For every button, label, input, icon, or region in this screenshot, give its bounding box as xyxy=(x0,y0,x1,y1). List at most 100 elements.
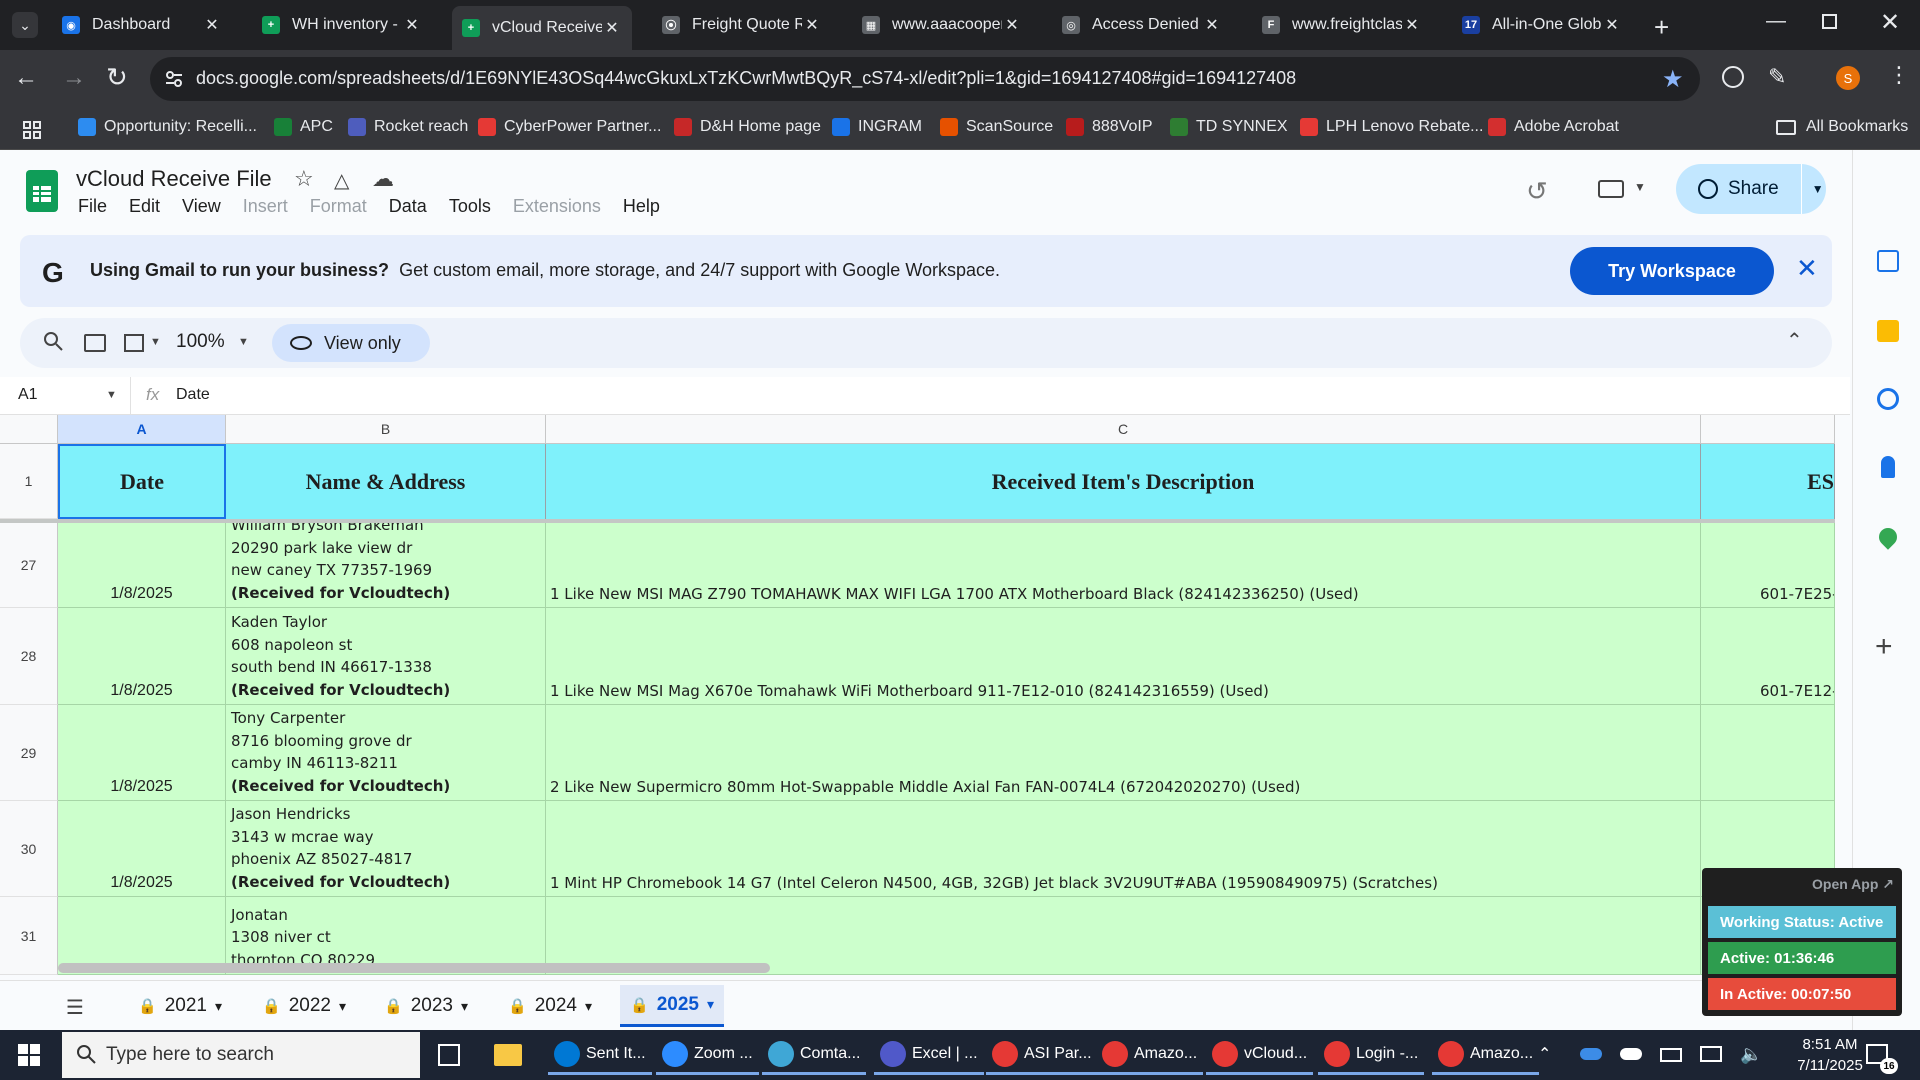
browser-tab[interactable]: ◉ Dashboard ✕ xyxy=(52,8,232,42)
close-tab-icon[interactable]: ✕ xyxy=(402,15,422,35)
open-app-link[interactable]: Open App ↗ xyxy=(1812,876,1894,893)
browser-tab[interactable]: + vCloud Receive F✕ xyxy=(452,6,632,50)
browser-tab[interactable]: + WH inventory - G✕ xyxy=(252,8,432,42)
file-explorer-icon[interactable] xyxy=(494,1044,522,1066)
document-title[interactable]: vCloud Receive File xyxy=(76,166,272,192)
sheet-format-icon[interactable] xyxy=(124,334,144,352)
browser-menu-icon[interactable]: ⋮ xyxy=(1888,62,1910,88)
close-banner-icon[interactable]: ✕ xyxy=(1796,253,1818,284)
taskbar-app[interactable]: Zoom ... xyxy=(656,1035,759,1075)
menu-extensions[interactable]: Extensions xyxy=(513,196,601,217)
forward-icon[interactable]: → xyxy=(62,64,86,92)
header-cell-date[interactable]: Date xyxy=(58,444,226,519)
apps-grid-icon[interactable] xyxy=(22,120,42,140)
bookmark-item[interactable]: Rocket reach xyxy=(348,118,468,136)
bookmark-star-icon[interactable]: ★ xyxy=(1662,65,1684,94)
translate-globe-icon[interactable] xyxy=(1722,66,1744,88)
browser-tab[interactable]: ◎ Access Denied ✕ xyxy=(1052,8,1232,42)
column-header-c[interactable]: C xyxy=(546,415,1701,444)
close-tab-icon[interactable]: ✕ xyxy=(1202,15,1222,35)
row-header[interactable]: 30 xyxy=(0,801,58,897)
taskbar-search-box[interactable]: Type here to search xyxy=(62,1032,420,1078)
es-cell[interactable]: 601-7E12- xyxy=(1701,608,1835,705)
description-cell[interactable]: 1 Mint HP Chromebook 14 G7 (Intel Celero… xyxy=(546,801,1701,897)
star-icon[interactable]: ☆ xyxy=(294,166,314,192)
close-tab-icon[interactable]: ✕ xyxy=(1402,15,1422,35)
share-button[interactable]: Share ▼ xyxy=(1676,164,1826,214)
bookmark-item[interactable]: ScanSource xyxy=(940,118,1053,136)
date-cell[interactable]: 1/8/2025 xyxy=(58,705,226,801)
column-header-b[interactable]: B xyxy=(226,415,546,444)
share-dropdown-icon[interactable]: ▼ xyxy=(1812,182,1824,196)
calendar-icon[interactable] xyxy=(1877,250,1899,272)
row-header[interactable]: 28 xyxy=(0,608,58,705)
add-addon-icon[interactable]: + xyxy=(1875,630,1893,664)
bookmark-item[interactable]: Opportunity: Recelli... xyxy=(78,118,257,136)
windows-start-icon[interactable] xyxy=(18,1044,40,1066)
bookmark-item[interactable]: Adobe Acrobat xyxy=(1488,118,1619,136)
horizontal-scroll-thumb[interactable] xyxy=(58,963,770,973)
extensions-icon[interactable]: ✎ xyxy=(1768,64,1786,90)
bookmark-item[interactable]: 888VoIP xyxy=(1066,118,1153,136)
spreadsheet-grid[interactable]: A B C 1 Date Name & Address Received Ite… xyxy=(0,415,1835,975)
name-box[interactable]: A1 xyxy=(18,386,38,404)
close-tab-icon[interactable]: ✕ xyxy=(602,18,622,38)
site-info-icon[interactable] xyxy=(164,69,184,89)
row-header[interactable]: 29 xyxy=(0,705,58,801)
menu-insert[interactable]: Insert xyxy=(243,196,288,217)
taskbar-app[interactable]: ASI Par... xyxy=(986,1035,1098,1075)
column-header-a[interactable]: A xyxy=(58,415,226,444)
sheet-tab-dropdown-icon[interactable]: ▾ xyxy=(707,996,714,1013)
menu-view[interactable]: View xyxy=(182,196,221,217)
es-cell[interactable]: 601-7E25- xyxy=(1701,523,1835,608)
minimize-button[interactable]: — xyxy=(1766,10,1786,33)
bookmark-item[interactable]: APC xyxy=(274,118,333,136)
close-tab-icon[interactable]: ✕ xyxy=(202,15,222,35)
profile-avatar[interactable]: S xyxy=(1836,66,1860,90)
window-close-button[interactable]: ✕ xyxy=(1880,8,1900,37)
volume-icon[interactable]: 🔈 xyxy=(1740,1044,1762,1065)
menu-tools[interactable]: Tools xyxy=(449,196,491,217)
all-sheets-menu-icon[interactable]: ☰ xyxy=(66,995,84,1020)
new-tab-button[interactable]: + xyxy=(1654,12,1669,43)
tasks-icon[interactable] xyxy=(1877,388,1899,410)
search-icon[interactable] xyxy=(42,330,64,352)
try-workspace-button[interactable]: Try Workspace xyxy=(1570,247,1774,295)
close-tab-icon[interactable]: ✕ xyxy=(1002,15,1022,35)
column-header-d[interactable] xyxy=(1701,415,1835,444)
select-all-corner[interactable] xyxy=(0,415,58,444)
name-box-dropdown-icon[interactable]: ▼ xyxy=(106,389,117,401)
close-tab-icon[interactable]: ✕ xyxy=(1602,15,1622,35)
name-address-cell[interactable]: William Bryson Brakeman 20290 park lake v… xyxy=(226,523,546,608)
back-icon[interactable]: ← xyxy=(14,64,38,92)
bookmark-item[interactable]: LPH Lenovo Rebate... xyxy=(1300,118,1483,136)
reload-icon[interactable]: ↻ xyxy=(106,62,128,93)
description-cell[interactable]: 2 Like New Supermicro 80mm Hot-Swappable… xyxy=(546,705,1701,801)
meet-dropdown-icon[interactable]: ▼ xyxy=(1634,180,1646,194)
meet-camera-icon[interactable] xyxy=(1598,180,1624,198)
menu-help[interactable]: Help xyxy=(623,196,660,217)
sheet-tab[interactable]: 🔒 2021 ▾ xyxy=(128,985,232,1027)
header-cell-description[interactable]: Received Item's Description xyxy=(546,444,1701,519)
maps-icon[interactable] xyxy=(1875,524,1901,550)
description-cell[interactable]: 1 Like New MSI MAG Z790 TOMAHAWK MAX WIF… xyxy=(546,523,1701,608)
taskbar-app[interactable]: Amazo... xyxy=(1096,1035,1204,1075)
tray-chevron-icon[interactable]: ⌃ xyxy=(1538,1044,1551,1064)
print-icon[interactable] xyxy=(84,334,106,352)
version-history-icon[interactable]: ↺ xyxy=(1526,176,1548,207)
menu-edit[interactable]: Edit xyxy=(129,196,160,217)
taskbar-app[interactable]: Excel | ... xyxy=(874,1035,984,1075)
menu-file[interactable]: File xyxy=(78,196,107,217)
tab-search-button[interactable]: ⌄ xyxy=(12,12,38,38)
sheet-tab-dropdown-icon[interactable]: ▾ xyxy=(461,998,468,1015)
taskbar-app[interactable]: Comta... xyxy=(762,1035,867,1075)
sheet-tab[interactable]: 🔒 2024 ▾ xyxy=(498,985,602,1027)
maximize-button[interactable] xyxy=(1822,14,1837,29)
sheet-tab-dropdown-icon[interactable]: ▾ xyxy=(585,998,592,1015)
header-cell-es[interactable]: ES xyxy=(1701,444,1835,519)
contacts-icon[interactable] xyxy=(1881,456,1895,478)
date-cell[interactable]: 1/8/2025 xyxy=(58,523,226,608)
menu-format[interactable]: Format xyxy=(310,196,367,217)
network-icon[interactable] xyxy=(1700,1046,1722,1062)
taskbar-app[interactable]: Sent It... xyxy=(548,1035,652,1075)
